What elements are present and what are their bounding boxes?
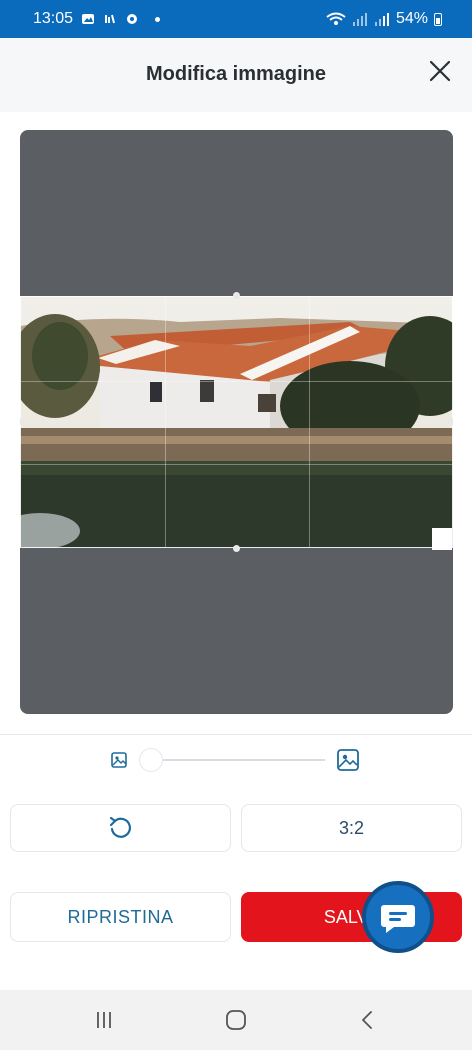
crop-handle-bottom[interactable] xyxy=(233,545,240,552)
header: Modifica immagine xyxy=(0,38,472,112)
crop-grid-line xyxy=(21,381,452,382)
notification-dot xyxy=(155,16,161,22)
close-icon[interactable] xyxy=(426,57,454,85)
rotate-button[interactable] xyxy=(10,804,231,852)
zoom-slider[interactable] xyxy=(139,748,163,772)
crop-handle-right[interactable] xyxy=(449,418,453,425)
crop-grid-line xyxy=(165,297,166,547)
signal-2-icon xyxy=(374,13,389,26)
reset-button[interactable]: RIPRISTINA xyxy=(10,892,231,942)
aspect-ratio-label: 3:2 xyxy=(338,817,365,838)
home-icon xyxy=(226,1010,246,1030)
recent-apps-button[interactable] xyxy=(86,1002,122,1038)
back-button[interactable] xyxy=(350,1002,386,1038)
chat-icon xyxy=(381,905,415,933)
crop-grid-line xyxy=(309,297,310,547)
crop-grid-line xyxy=(21,464,452,465)
divider xyxy=(0,734,472,735)
crop-frame[interactable] xyxy=(20,296,453,548)
signal-icon xyxy=(352,13,367,26)
nfc-notification-icon xyxy=(105,14,116,24)
page-title: Modifica immagine xyxy=(145,63,327,85)
status-time: 13:05 xyxy=(33,10,74,27)
status-bar-right: 54% xyxy=(326,10,442,28)
wifi-icon xyxy=(326,12,346,25)
gallery-notification-icon xyxy=(82,14,95,24)
chat-button[interactable] xyxy=(362,881,434,953)
home-button[interactable] xyxy=(218,1002,254,1038)
aspect-ratio-button[interactable]: 3:2 xyxy=(241,804,462,852)
zoom-slider-row xyxy=(0,740,472,780)
image-large-icon xyxy=(337,749,359,771)
reset-label: RIPRISTINA xyxy=(67,906,174,927)
system-nav-bar xyxy=(0,990,472,1050)
battery-percent: 54% xyxy=(395,10,428,27)
status-bar-left: 13:05 xyxy=(33,10,161,28)
recent-apps-icon xyxy=(97,1012,111,1028)
image-small-icon xyxy=(111,752,127,768)
rotate-left-icon xyxy=(109,816,131,838)
back-icon xyxy=(362,1011,372,1029)
status-bar: 13:05 54% xyxy=(0,0,472,38)
settings-notification-icon xyxy=(127,14,138,24)
image-crop-editor[interactable] xyxy=(20,130,453,714)
crop-handle-corner[interactable] xyxy=(432,528,452,550)
zoom-track[interactable] xyxy=(150,759,325,761)
crop-handle-top[interactable] xyxy=(233,292,240,299)
battery-icon xyxy=(434,12,442,26)
